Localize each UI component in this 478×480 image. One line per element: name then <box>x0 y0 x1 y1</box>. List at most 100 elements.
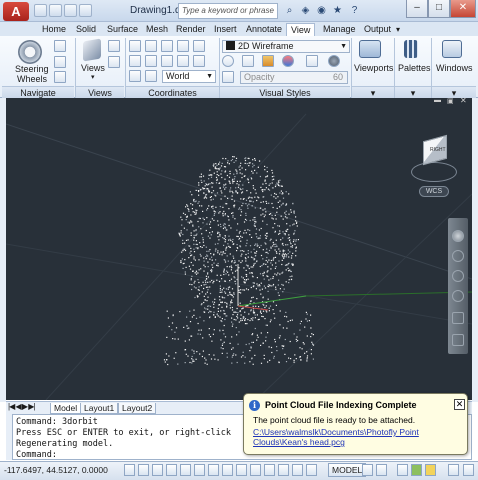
lineweight-toggle-icon[interactable] <box>264 464 275 476</box>
object-snap-toggle-icon[interactable] <box>194 464 205 476</box>
lights-icon[interactable] <box>262 55 274 67</box>
palettes-panel-title[interactable]: ▾ <box>395 86 431 98</box>
tab-view[interactable]: View <box>286 23 316 36</box>
viewcube-compass[interactable] <box>411 162 457 182</box>
minimize-button[interactable]: – <box>406 0 428 18</box>
close-button[interactable]: ✕ <box>450 0 476 18</box>
object-snap-tracking-toggle-icon[interactable] <box>222 464 233 476</box>
xray-icon[interactable] <box>222 71 234 83</box>
ucs-3point-icon[interactable] <box>129 55 141 67</box>
point-cloud-file-link[interactable]: C:\Users\walmslk\Documents\Photofly Poin… <box>253 427 465 447</box>
workspace-switching-icon[interactable] <box>411 464 422 476</box>
nav-showmotion-icon[interactable] <box>452 312 464 324</box>
application-menu-button[interactable]: A <box>3 2 29 21</box>
ucs-object-icon[interactable] <box>145 55 157 67</box>
help-icon[interactable]: ? <box>348 4 361 17</box>
tab-render[interactable]: Render <box>176 23 206 36</box>
quick-properties-toggle-icon[interactable] <box>292 464 303 476</box>
nav-pan-icon[interactable] <box>452 250 464 262</box>
pan-hand-icon[interactable] <box>54 40 66 52</box>
nav-orbit-icon[interactable] <box>452 290 464 302</box>
ucs-icon[interactable] <box>129 40 141 52</box>
palettes-icon[interactable] <box>404 40 418 58</box>
tab-surface[interactable]: Surface <box>107 23 138 36</box>
ucs-origin-icon[interactable] <box>161 40 173 52</box>
steering-wheel-icon[interactable] <box>18 40 42 64</box>
ucs-face-icon[interactable] <box>145 70 157 82</box>
grid-display-toggle-icon[interactable] <box>152 464 163 476</box>
ucs-named-icon[interactable] <box>129 70 141 82</box>
new-file-icon[interactable] <box>34 4 47 17</box>
polar-tracking-toggle-icon[interactable] <box>180 464 191 476</box>
viewport-restore-icon[interactable]: ▬ <box>434 97 441 104</box>
3d-object-snap-toggle-icon[interactable] <box>208 464 219 476</box>
windows-icon[interactable] <box>442 40 462 58</box>
face-style-icon[interactable] <box>242 55 254 67</box>
views-panel-title[interactable]: Views <box>76 86 124 98</box>
point-cloud-canvas[interactable] <box>6 104 472 400</box>
notification-close-button[interactable]: ✕ <box>454 399 465 410</box>
named-views-icon[interactable] <box>108 40 120 52</box>
favorites-star-icon[interactable]: ★ <box>331 4 344 17</box>
viewports-panel-title[interactable]: ▾ <box>352 86 394 98</box>
snap-mode-toggle-icon[interactable] <box>138 464 149 476</box>
materials-icon[interactable] <box>282 55 294 67</box>
annotation-scale-icon[interactable] <box>397 464 408 476</box>
view-manager-icon[interactable] <box>108 56 120 68</box>
tab-layout1[interactable]: Layout1 <box>80 403 119 414</box>
communication-center-icon[interactable]: ◉ <box>315 4 328 17</box>
ucs-x-icon[interactable] <box>177 40 189 52</box>
dynamic-input-toggle-icon[interactable] <box>250 464 261 476</box>
edge-style-icon[interactable] <box>222 55 234 67</box>
navigate-panel-title[interactable]: Navigate <box>2 86 74 98</box>
status-menu-icon[interactable] <box>463 464 474 476</box>
tab-output[interactable]: Output <box>364 23 391 36</box>
nav-zoom-icon[interactable] <box>452 270 464 282</box>
shadows-icon[interactable] <box>306 55 318 67</box>
tab-home[interactable]: Home <box>42 23 66 36</box>
open-file-icon[interactable] <box>49 4 62 17</box>
tab-insert[interactable]: Insert <box>214 23 237 36</box>
tab-solid[interactable]: Solid <box>76 23 96 36</box>
help-search-input[interactable]: Type a keyword or phrase <box>178 3 278 19</box>
visual-styles-panel-title[interactable]: Visual Styles <box>220 86 350 98</box>
lock-ui-icon[interactable] <box>425 464 436 476</box>
ortho-mode-toggle-icon[interactable] <box>166 464 177 476</box>
transparency-toggle-icon[interactable] <box>278 464 289 476</box>
selection-cycling-toggle-icon[interactable] <box>306 464 317 476</box>
opacity-slider[interactable]: Opacity 60 <box>240 71 348 84</box>
sphere-preview-icon[interactable] <box>328 55 340 67</box>
ucs-combo[interactable]: World ▼ <box>162 70 216 83</box>
zoom-icon[interactable] <box>54 71 66 83</box>
maximize-button[interactable]: □ <box>428 0 450 18</box>
model-space-button[interactable]: MODEL <box>328 463 367 477</box>
viewcube[interactable]: RIGHT WCS <box>405 130 465 200</box>
ucs-world-icon[interactable] <box>145 40 157 52</box>
coordinate-display[interactable]: -117.6497, 44.5127, 0.0000 <box>4 465 108 475</box>
tab-layout2[interactable]: Layout2 <box>118 403 157 414</box>
undo-icon[interactable] <box>79 4 92 17</box>
allow-disallow-ucs-toggle-icon[interactable] <box>236 464 247 476</box>
infer-constraints-toggle-icon[interactable] <box>124 464 135 476</box>
orbit-icon[interactable] <box>54 56 66 68</box>
quick-view-drawings-icon[interactable] <box>376 464 387 476</box>
ribbon-expand-icon[interactable]: ▾ <box>396 23 400 36</box>
wcs-menu-button[interactable]: WCS <box>419 186 449 197</box>
ucs-y-icon[interactable] <box>193 40 205 52</box>
save-icon[interactable] <box>64 4 77 17</box>
tab-annotate[interactable]: Annotate <box>246 23 282 36</box>
visual-style-combo[interactable]: 2D Wireframe ▼ <box>222 40 350 53</box>
drawing-viewport[interactable] <box>6 104 472 400</box>
ucs-z-icon[interactable] <box>177 55 189 67</box>
binoculars-icon[interactable]: ⌕ <box>283 4 296 17</box>
coordinates-panel-title[interactable]: Coordinates <box>126 86 219 98</box>
views-dropdown-icon[interactable]: ▾ <box>91 73 95 81</box>
viewports-icon[interactable] <box>359 40 381 58</box>
subscription-icon[interactable]: ◈ <box>299 4 312 17</box>
nav-customize-icon[interactable] <box>452 334 464 346</box>
tab-model[interactable]: Model <box>50 403 82 414</box>
nav-steering-wheel-icon[interactable] <box>452 230 464 242</box>
tab-scroll-arrows-icon[interactable]: |◀ ◀ ▶ ▶| <box>8 402 35 411</box>
ucs-view-icon[interactable] <box>161 55 173 67</box>
tab-mesh[interactable]: Mesh <box>146 23 168 36</box>
